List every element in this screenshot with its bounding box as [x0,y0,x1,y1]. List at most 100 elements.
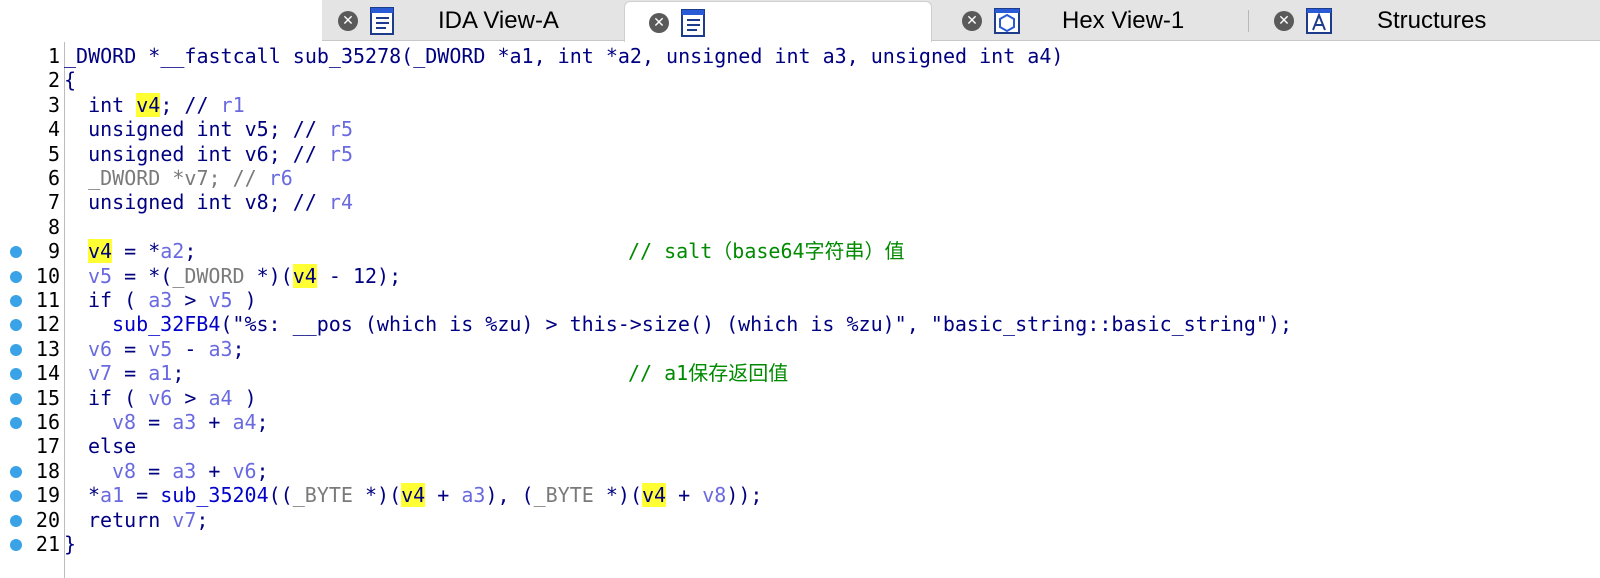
line-number: 1 [47,44,60,68]
line-number: 19 [35,483,60,508]
code-token: a3 [172,458,197,483]
breakpoint-dot[interactable] [10,343,22,356]
code-token: = [136,458,173,483]
code-token: unsigned int v5; // [64,117,329,142]
code-token: _BYTE [533,483,594,508]
line-number: 3 [47,92,60,117]
highlighted-variable[interactable]: v4 [401,483,426,508]
code-line[interactable]: 21 } [0,532,1600,556]
code-token: v5 [208,288,233,312]
tab-hex-view-1[interactable]: ✕ Hex View-1 [940,0,1260,40]
close-icon[interactable]: ✕ [1274,11,1294,31]
code-token: a3 [461,483,486,508]
code-line[interactable]: 20 return v7; [0,508,1600,532]
highlighted-variable[interactable]: v4 [88,239,113,264]
code-text: v8 = a3 + a4; [112,410,269,434]
hex-icon [994,8,1020,34]
code-comment: // a1保存返回值 [628,361,789,386]
code-token: _DWORD *v7; // [64,166,269,190]
line-number: 9 [47,239,60,264]
breakpoint-dot[interactable] [10,368,22,381]
line-number: 4 [47,117,60,142]
tab-structures[interactable]: ✕ Structures [1252,0,1600,40]
code-line[interactable]: 13 v6 = v5 - a3; [0,337,1600,361]
close-icon[interactable]: ✕ [649,13,669,33]
highlighted-variable[interactable]: v4 [136,92,161,117]
code-line[interactable]: 16 v8 = a3 + a4; [0,410,1600,434]
breakpoint-dot[interactable] [10,319,22,332]
close-icon[interactable]: ✕ [338,11,358,31]
breakpoint-dot[interactable] [10,246,22,259]
code-line[interactable]: 15 if ( v6 > a4 ) [0,386,1600,410]
code-token: unsigned int v8; // [64,190,329,215]
breakpoint-dot[interactable] [10,417,22,429]
code-token: v8 [702,483,727,508]
code-text: { [64,68,76,92]
code-line[interactable]: 10 v5 = *(_DWORD *)(v4 - 12); [0,263,1600,288]
code-line[interactable]: 1 _DWORD *__fastcall sub_35278(_DWORD *a… [0,44,1600,68]
highlighted-variable[interactable]: v4 [292,263,317,288]
tab-ida-view-a[interactable]: ✕ IDA View-A [322,0,622,40]
breakpoint-dot[interactable] [10,465,22,478]
code-token: v6 [88,336,113,361]
close-icon[interactable]: ✕ [962,11,982,31]
line-number: 17 [35,434,60,459]
code-token: *)( [244,263,293,288]
line-number: 11 [35,288,60,312]
code-line[interactable]: 6 _DWORD *v7; // r6 [0,166,1600,190]
code-token: ; [172,361,185,386]
breakpoint-dot[interactable] [10,539,22,551]
breakpoint-dot[interactable] [10,270,22,283]
code-line[interactable]: 8 [0,215,1600,239]
code-token: ), ( [485,483,534,508]
code-token: ; [196,507,209,532]
register-comment: r5 [328,141,353,166]
breakpoint-dot[interactable] [10,490,22,503]
code-line[interactable]: 3 int v4; // r1 [0,92,1600,117]
code-line[interactable]: 4 unsigned int v5; // r5 [0,117,1600,141]
code-token: { [64,68,77,93]
code-text: else [88,434,136,458]
line-number: 10 [35,263,60,288]
register-comment: r6 [268,166,293,190]
code-line[interactable]: 14 v7 = a1; // a1保存返回值 [0,361,1600,385]
code-token: v5 [148,336,173,361]
code-token: if ( [88,288,149,312]
tab-label: Structures [1377,7,1487,34]
code-token: = [112,361,149,386]
breakpoint-dot[interactable] [10,295,22,307]
code-line[interactable]: 7 unsigned int v8; // r4 [0,190,1600,214]
code-text: unsigned int v8; // r4 [64,190,353,214]
code-token: if ( [88,385,149,410]
code-token: v7 [88,361,113,386]
code-token: v8 [112,410,137,434]
code-line[interactable]: 9 v4 = *a2; // salt（base64字符串）值 [0,239,1600,264]
breakpoint-dot[interactable] [10,514,22,527]
code-text: _DWORD *__fastcall sub_35278(_DWORD *a1,… [64,44,1063,68]
line-number: 14 [35,361,60,386]
code-line[interactable]: 11 if ( a3 > v5 ) [0,288,1600,312]
code-line[interactable]: 5 unsigned int v6; // r5 [0,142,1600,166]
code-token: a3 [208,336,233,361]
function-call[interactable]: sub_32FB4 [112,312,220,336]
code-line[interactable]: 17 else [0,434,1600,458]
pseudocode-editor[interactable]: 1 _DWORD *__fastcall sub_35278(_DWORD *a… [0,42,1600,578]
code-line[interactable]: 2 { [0,68,1600,92]
code-token: v5 [88,263,113,288]
breakpoint-dot[interactable] [10,392,22,405]
code-text: unsigned int v5; // r5 [64,117,353,141]
highlighted-variable[interactable]: v4 [642,483,667,508]
code-line[interactable]: 19 *a1 = sub_35204((_BYTE *)(v4 + a3), (… [0,483,1600,508]
code-token: + [196,458,233,483]
code-token: _BYTE [292,483,353,508]
code-token: a3 [172,410,197,434]
code-token: else [88,434,137,459]
tab-pseudocode[interactable]: ✕ [624,1,932,42]
code-token: + [196,410,233,434]
code-line[interactable]: 12 sub_32FB4("%s: __pos (which is %zu) >… [0,312,1600,336]
line-number: 6 [47,166,60,190]
function-call[interactable]: sub_35204 [160,483,268,507]
code-text: if ( v6 > a4 ) [88,386,257,410]
code-text: v7 = a1; [88,361,184,385]
code-line[interactable]: 18 v8 = a3 + v6; [0,459,1600,483]
